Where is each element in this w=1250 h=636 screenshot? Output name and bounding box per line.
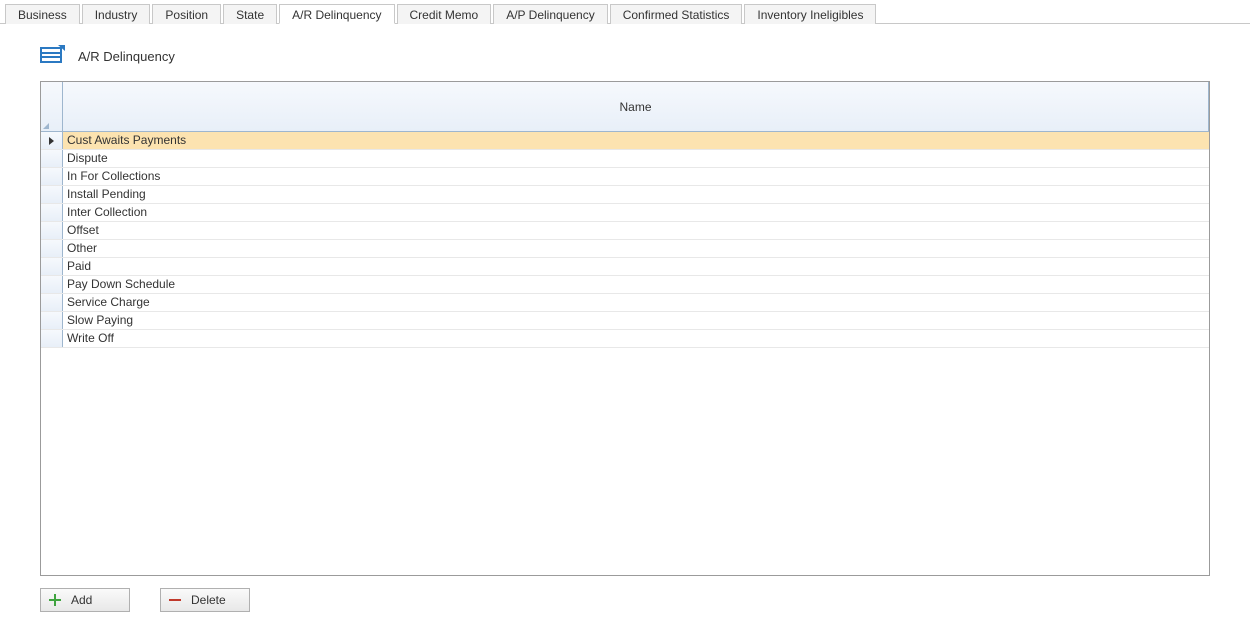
tab-state[interactable]: State [223,4,277,24]
row-selector[interactable] [41,132,63,149]
cell-name[interactable]: Slow Paying [63,312,1209,329]
table-row[interactable]: Inter Collection [41,204,1209,222]
table-row[interactable]: In For Collections [41,168,1209,186]
table-row[interactable]: Dispute [41,150,1209,168]
table-row[interactable]: Other [41,240,1209,258]
cell-name[interactable]: Install Pending [63,186,1209,203]
panel-title: A/R Delinquency [78,49,175,64]
table-row[interactable]: Pay Down Schedule [41,276,1209,294]
tab-credit-memo[interactable]: Credit Memo [397,4,492,24]
row-selector[interactable] [41,150,63,167]
cell-name[interactable]: Service Charge [63,294,1209,311]
table-row[interactable]: Service Charge [41,294,1209,312]
table-row[interactable]: Cust Awaits Payments [41,132,1209,150]
panel-content: A/R Delinquency Name Cust Awaits Payment… [0,24,1250,612]
row-selector[interactable] [41,330,63,347]
row-selector[interactable] [41,258,63,275]
cell-name[interactable]: Cust Awaits Payments [63,132,1209,149]
cell-name[interactable]: Paid [63,258,1209,275]
table-row[interactable]: Install Pending [41,186,1209,204]
row-selector[interactable] [41,312,63,329]
grid-select-all[interactable] [41,82,63,131]
row-selector[interactable] [41,186,63,203]
row-selector[interactable] [41,168,63,185]
cell-name[interactable]: Dispute [63,150,1209,167]
delete-button[interactable]: Delete [160,588,250,612]
add-button[interactable]: Add [40,588,130,612]
table-row[interactable]: Paid [41,258,1209,276]
cell-name[interactable]: In For Collections [63,168,1209,185]
cell-name[interactable]: Other [63,240,1209,257]
cell-name[interactable]: Pay Down Schedule [63,276,1209,293]
row-selector[interactable] [41,222,63,239]
action-bar: Add Delete [40,588,1210,612]
tab-confirmed-statistics[interactable]: Confirmed Statistics [610,4,743,24]
tab-industry[interactable]: Industry [82,4,151,24]
cell-name[interactable]: Inter Collection [63,204,1209,221]
delete-button-label: Delete [191,593,226,607]
grid-header-row: Name [41,82,1209,132]
plus-icon [49,594,61,606]
data-grid: Name Cust Awaits PaymentsDisputeIn For C… [40,81,1210,576]
row-selector[interactable] [41,294,63,311]
cell-name[interactable]: Offset [63,222,1209,239]
panel-header: A/R Delinquency [40,44,1210,69]
grid-column-header-name[interactable]: Name [63,82,1209,131]
table-row[interactable]: Write Off [41,330,1209,348]
row-selector[interactable] [41,204,63,221]
tab-position[interactable]: Position [152,4,221,24]
row-selector[interactable] [41,240,63,257]
tab-a-r-delinquency[interactable]: A/R Delinquency [279,4,394,24]
tab-a-p-delinquency[interactable]: A/P Delinquency [493,4,608,24]
row-indicator-icon [49,137,54,145]
panel-icon [40,44,66,69]
add-button-label: Add [71,593,92,607]
tab-business[interactable]: Business [5,4,80,24]
table-row[interactable]: Offset [41,222,1209,240]
cell-name[interactable]: Write Off [63,330,1209,347]
grid-body: Cust Awaits PaymentsDisputeIn For Collec… [41,132,1209,576]
tab-inventory-ineligibles[interactable]: Inventory Ineligibles [744,4,876,24]
minus-icon [169,594,181,606]
tab-bar: BusinessIndustryPositionStateA/R Delinqu… [0,0,1250,24]
table-row[interactable]: Slow Paying [41,312,1209,330]
row-selector[interactable] [41,276,63,293]
